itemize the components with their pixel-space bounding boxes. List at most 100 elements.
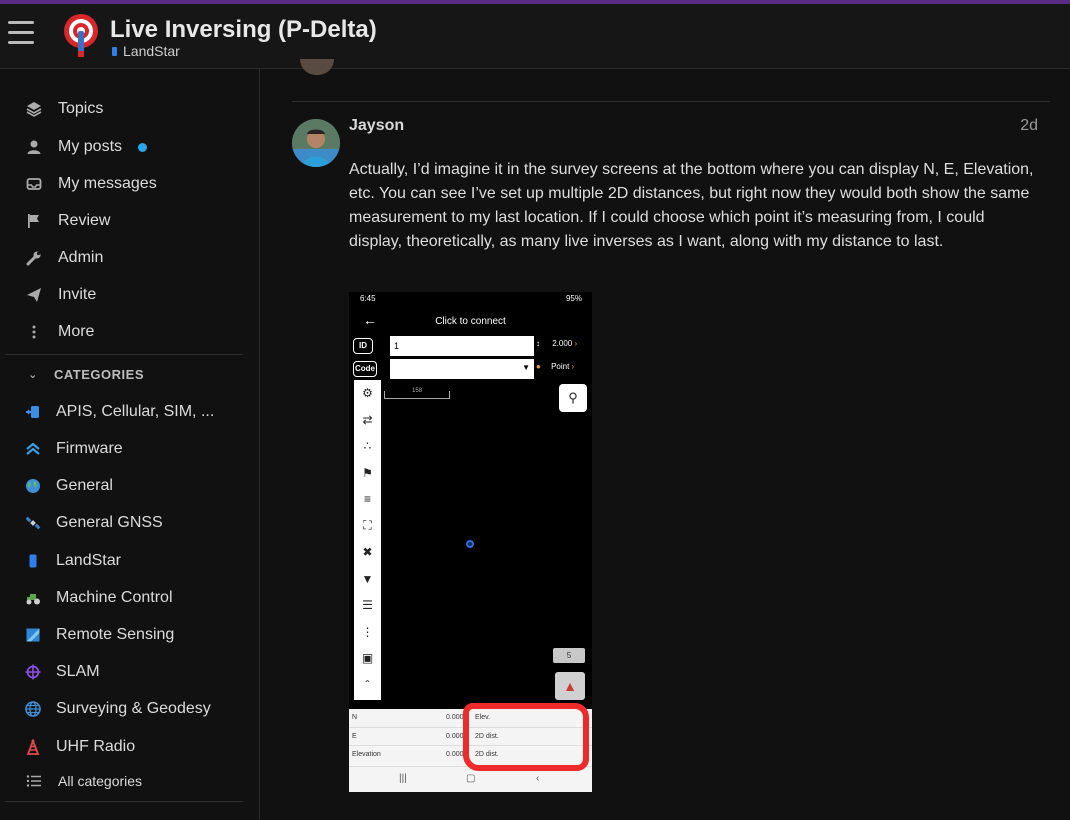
category-label: Firmware [56,440,123,457]
point-count-badge: 5 [553,648,585,663]
app-title: Click to connect [435,316,506,327]
text-list-icon: ≡ [363,492,371,507]
previous-post-avatar[interactable] [300,59,334,75]
sidebar-divider [5,801,243,802]
back-icon: ‹ [536,773,540,784]
sidebar-category-slam[interactable]: SLAM [24,659,100,685]
sidebar-item-topics[interactable]: Topics [24,96,103,122]
post-separator [292,101,1050,102]
category-label: General [56,477,113,494]
sidebar-category-general[interactable]: General [24,473,113,499]
id-value: 1 [390,336,534,356]
chevron-right-icon: › [571,362,575,371]
compass-icon: ⚲ [559,384,587,412]
post-body: Actually, I’d imagine it in the survey s… [349,161,1034,250]
sidebar-category-apis[interactable]: APIS, Cellular, SIM, ... [24,399,214,425]
map-scale-bar: 158 [384,388,450,399]
point-dot-icon: ● [536,362,541,371]
red-highlight-annotation [463,703,589,771]
sidebar-category-general-gnss[interactable]: General GNSS [24,510,163,536]
category-label: Machine Control [56,589,173,606]
sidebar-item-label: Invite [58,286,97,303]
globe-icon [24,477,42,495]
satellite-icon [24,514,42,532]
sidebar-item-label: More [58,323,95,340]
phone-icon [24,552,42,570]
all-categories-label: All categories [58,773,143,789]
point-type: ● Point › [536,362,590,371]
focus-icon: ▣ [361,651,374,666]
sidebar-divider [5,354,243,355]
sidebar-item-more[interactable]: More [24,319,94,345]
sidebar-all-categories[interactable]: All categories [24,768,142,794]
swap-icon: ⇄ [362,412,373,427]
list-icon [24,771,44,791]
id-row: ID 1 ↕ 2.000 › [349,335,592,357]
sidebar-item-label: Topics [58,100,104,117]
user-icon [24,137,44,157]
tower-icon [24,738,42,756]
data-value: 0.000 [446,714,464,721]
phone-time: 6:45 [360,294,376,303]
sidebar-category-machine-control[interactable]: Machine Control [24,585,173,611]
globe-icon [24,700,42,718]
map-toolbar: ⚙ ⇄ ∴ ⚑ ≡ ⛶ ✖ ▼ ☰ ⋮ ▣ ˆ [354,380,381,700]
sidebar-item-invite[interactable]: Invite [24,282,96,308]
categories-heading: CATEGORIES [54,367,144,382]
sidebar-item-label: Admin [58,249,104,266]
id-label: ID [353,338,373,354]
post-date[interactable]: 2d [1020,117,1038,135]
points-icon: ∴ [363,439,372,454]
category-breadcrumb[interactable]: LandStar [112,43,180,59]
wrench-icon [24,248,44,268]
chevron-right-icon: › [574,339,578,348]
chevron-down-icon: ⌄ [28,369,38,381]
sidebar-item-label: My messages [58,175,157,192]
point-label: Point [551,362,570,371]
height-value: 2.000 [552,339,573,348]
sidebar-item-admin[interactable]: Admin [24,245,103,271]
home-icon: ▢ [466,773,476,784]
sidebar-category-landstar[interactable]: LandStar [24,548,121,574]
category-label: Remote Sensing [56,626,175,643]
crosshair-icon [24,663,42,681]
survey-measure-icon: ▲ [555,672,585,700]
sidebar-category-surveying-geodesy[interactable]: Surveying & Geodesy [24,696,211,722]
code-label: Code [353,361,377,377]
post-image-screenshot[interactable]: 6:45 95% ← Click to connect ID 1 ↕ 2.000… [349,292,592,792]
sidebar-item-my-posts[interactable]: My posts [24,134,148,160]
category-label: LandStar [56,552,121,569]
category-label: General GNSS [56,514,163,531]
category-label: LandStar [123,43,180,59]
dropdown-triangle-icon: ▼ [522,363,530,372]
sidebar-category-uhf-radio[interactable]: UHF Radio [24,734,135,760]
post-author[interactable]: Jayson [349,117,404,135]
categories-section-toggle[interactable]: ⌄ CATEGORIES [26,367,144,382]
sidebar-item-review[interactable]: Review [24,208,110,234]
sidebar-category-firmware[interactable]: Firmware [24,436,123,462]
layers-icon: ☰ [362,598,373,613]
data-key: Elevation [352,751,381,758]
current-position-marker [466,540,474,548]
flag-icon [24,211,44,231]
line-icon: ⋮ [361,624,374,639]
sidebar: Topics My posts My messages Review Admin… [0,69,260,820]
hamburger-menu-icon[interactable] [8,21,34,45]
site-header: Live Inversing (P-Delta) LandStar [0,4,1070,69]
sidebar-item-my-messages[interactable]: My messages [24,171,157,197]
sidebar-item-label: My posts [58,138,123,155]
sidebar-category-remote-sensing[interactable]: Remote Sensing [24,622,174,648]
collapse-icon: ✖ [362,545,373,560]
code-row: Code ▼ ● Point › [349,358,592,380]
code-dropdown: ▼ [390,359,534,379]
more-vertical-icon [24,322,44,342]
data-key: N [352,714,358,721]
category-label: APIS, Cellular, SIM, ... [56,403,215,420]
paper-plane-icon [24,285,44,305]
site-logo[interactable] [61,13,101,59]
page-title[interactable]: Live Inversing (P-Delta) [110,16,377,44]
avatar[interactable] [292,119,340,167]
category-label: SLAM [56,663,100,680]
category-label: Surveying & Geodesy [56,700,211,717]
settings-icon: ⚙ [362,386,373,401]
